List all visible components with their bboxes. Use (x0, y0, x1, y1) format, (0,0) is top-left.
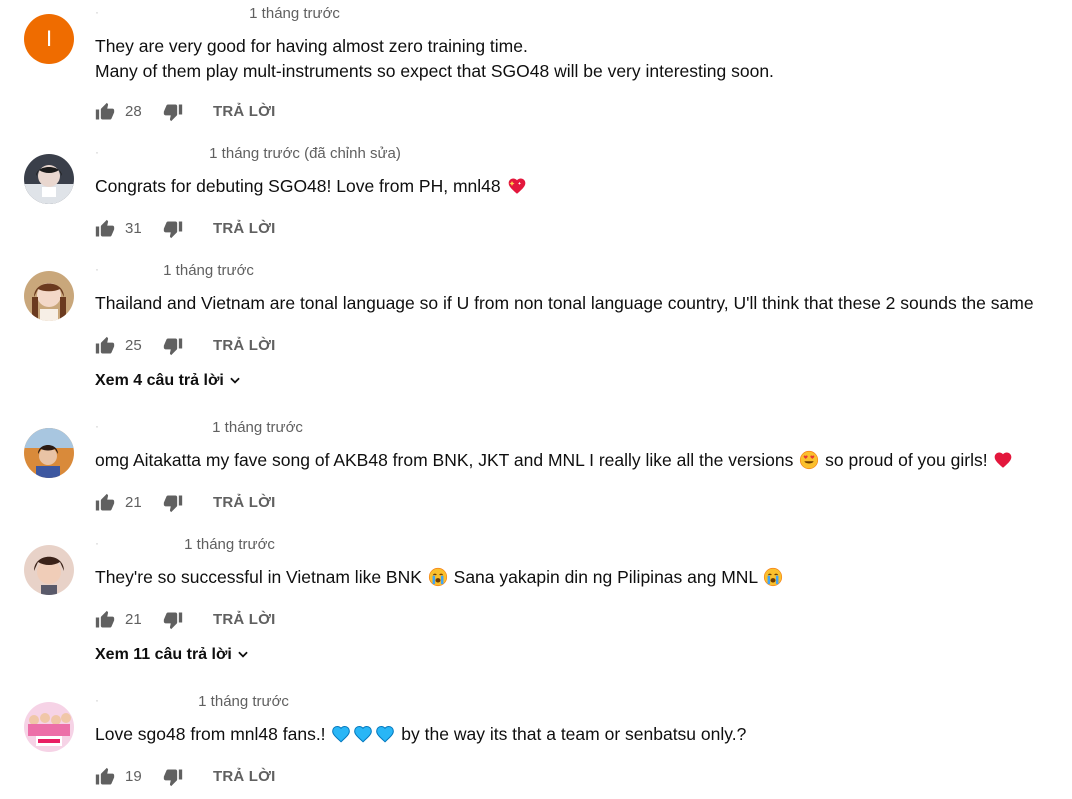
like-count: 21 (125, 611, 142, 628)
author-name-redacted[interactable]: · (95, 693, 194, 707)
avatar[interactable] (24, 702, 74, 752)
reply-button[interactable]: TRẢ LỜI (213, 768, 276, 785)
comment-time[interactable]: 1 tháng trước (184, 536, 275, 553)
author-name-redacted[interactable]: · (95, 5, 245, 19)
comment-line: Thailand and Vietnam are tonal language … (95, 293, 1034, 313)
comment-line: Sana yakapin din ng Pilipinas ang MNL (453, 567, 758, 587)
author-name-redacted[interactable]: · (95, 536, 180, 550)
comment-time[interactable]: 1 tháng trước (198, 693, 289, 710)
comment-meta: · 1 tháng trước (95, 5, 340, 25)
like-icon[interactable] (95, 336, 115, 356)
comment-line: Many of them play mult-instruments so ex… (95, 61, 774, 81)
like-icon[interactable] (95, 493, 115, 513)
comment-meta: · 1 tháng trước (95, 262, 254, 282)
blue-heart-icon (375, 724, 395, 744)
comment-text: Love sgo48 from mnl48 fans.! by the way … (95, 722, 746, 747)
red-heart-icon (993, 450, 1013, 470)
dislike-icon[interactable] (163, 336, 183, 356)
comment-meta: · 1 tháng trước (đã chỉnh sửa) (95, 145, 401, 165)
like-icon[interactable] (95, 767, 115, 787)
author-name-redacted[interactable]: · (95, 262, 159, 276)
crying-face-icon (763, 567, 783, 587)
like-count: 28 (125, 103, 142, 120)
like-icon[interactable] (95, 102, 115, 122)
like-icon[interactable] (95, 610, 115, 630)
avatar-image (24, 702, 74, 752)
chevron-down-icon (228, 373, 242, 387)
author-name-redacted[interactable]: · (95, 419, 208, 433)
comment-text: Congrats for debuting SGO48! Love from P… (95, 174, 528, 199)
view-replies-label: Xem 11 câu trả lời (95, 646, 232, 663)
view-replies-button[interactable]: Xem 11 câu trả lời (95, 646, 250, 664)
comment-text: They are very good for having almost zer… (95, 34, 774, 84)
reply-button[interactable]: TRẢ LỜI (213, 611, 276, 628)
comment-meta: · 1 tháng trước (95, 536, 275, 556)
comment-time[interactable]: 1 tháng trước (212, 419, 303, 436)
avatar[interactable] (24, 428, 74, 478)
like-count: 21 (125, 494, 142, 511)
comment-text: Thailand and Vietnam are tonal language … (95, 291, 1034, 316)
avatar-image (24, 154, 74, 204)
comment-meta: · 1 tháng trước (95, 693, 289, 713)
avatar-image (24, 271, 74, 321)
reply-button[interactable]: TRẢ LỜI (213, 337, 276, 354)
comment-line: omg Aitakatta my fave song of AKB48 from… (95, 450, 794, 470)
comment-line: Congrats for debuting SGO48! Love from P… (95, 176, 501, 196)
blue-heart-icon (331, 724, 351, 744)
avatar-image (24, 545, 74, 595)
avatar[interactable] (24, 271, 74, 321)
like-count: 31 (125, 220, 142, 237)
reply-button[interactable]: TRẢ LỜI (213, 494, 276, 511)
comment-line: so proud of you girls! (825, 450, 988, 470)
comment-line: They are very good for having almost zer… (95, 36, 528, 56)
chevron-down-icon (236, 647, 250, 661)
comment-time[interactable]: 1 tháng trước (163, 262, 254, 279)
like-count: 25 (125, 337, 142, 354)
avatar[interactable] (24, 154, 74, 204)
comment-meta: · 1 tháng trước (95, 419, 303, 439)
heart-eyes-icon (799, 450, 819, 470)
like-count: 19 (125, 768, 142, 785)
blue-heart-icon (353, 724, 373, 744)
sparkling-heart-icon (507, 176, 527, 196)
comment-line: They're so successful in Vietnam like BN… (95, 567, 422, 587)
like-icon[interactable] (95, 219, 115, 239)
comment-time[interactable]: 1 tháng trước (đã chỉnh sửa) (209, 145, 401, 162)
comment-text: They're so successful in Vietnam like BN… (95, 565, 784, 590)
crying-face-icon (428, 567, 448, 587)
dislike-icon[interactable] (163, 767, 183, 787)
view-replies-button[interactable]: Xem 4 câu trả lời (95, 372, 242, 390)
avatar[interactable]: I (24, 14, 74, 64)
avatar[interactable] (24, 545, 74, 595)
comment-text: omg Aitakatta my fave song of AKB48 from… (95, 448, 1014, 473)
dislike-icon[interactable] (163, 493, 183, 513)
dislike-icon[interactable] (163, 219, 183, 239)
view-replies-label: Xem 4 câu trả lời (95, 372, 224, 389)
comment-line: Love sgo48 from mnl48 fans.! (95, 724, 326, 744)
reply-button[interactable]: TRẢ LỜI (213, 103, 276, 120)
avatar-image (24, 428, 74, 478)
dislike-icon[interactable] (163, 610, 183, 630)
comment-line: by the way its that a team or senbatsu o… (401, 724, 747, 744)
comment-time[interactable]: 1 tháng trước (249, 5, 340, 22)
dislike-icon[interactable] (163, 102, 183, 122)
reply-button[interactable]: TRẢ LỜI (213, 220, 276, 237)
author-name-redacted[interactable]: · (95, 145, 205, 159)
